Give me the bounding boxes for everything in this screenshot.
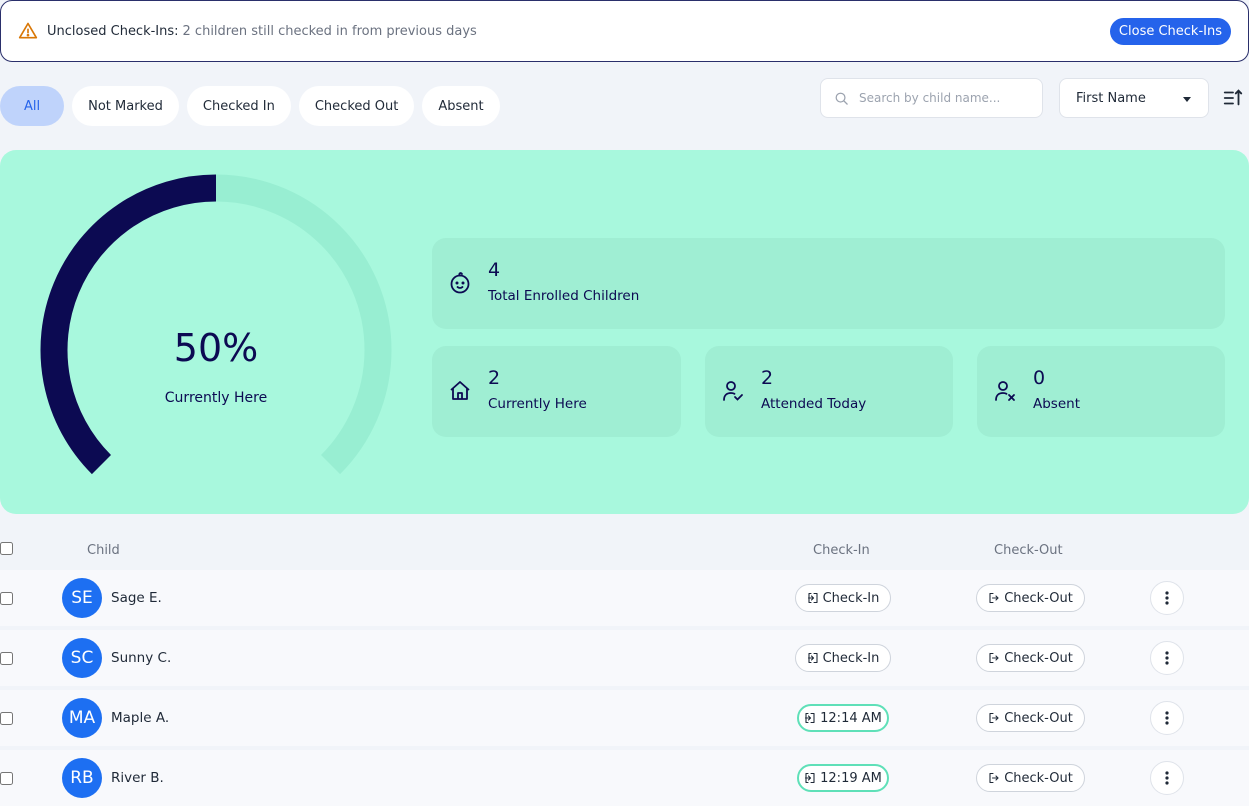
check-out-button[interactable]: Check-Out xyxy=(976,584,1085,612)
stat-card-total-enrolled: 4 Total Enrolled Children xyxy=(432,238,1225,329)
check-in-button[interactable]: Check-In xyxy=(795,644,891,672)
check-out-label: Check-Out xyxy=(1004,710,1073,726)
row-select-checkbox[interactable] xyxy=(0,772,13,785)
status-filter-chips: All Not Marked Checked In Checked Out Ab… xyxy=(0,86,500,126)
table-header: Child Check-In Check-Out xyxy=(0,540,1249,562)
more-vertical-icon xyxy=(1165,651,1169,665)
check-in-label: Check-In xyxy=(822,650,880,666)
absent-value: 0 xyxy=(1033,367,1046,389)
child-name: Sage E. xyxy=(111,590,162,606)
table-row: MA Maple A. 12:14 AM Check-Out xyxy=(0,690,1249,746)
more-vertical-icon xyxy=(1165,591,1169,605)
chevron-down-icon xyxy=(1183,97,1191,102)
logout-icon xyxy=(989,712,999,724)
total-enrolled-value: 4 xyxy=(488,259,501,281)
login-icon xyxy=(807,592,818,604)
stat-card-currently-here: 2 Currently Here xyxy=(432,346,681,437)
filter-chip-checked-in[interactable]: Checked In xyxy=(186,86,291,126)
attendance-gauge xyxy=(40,174,392,475)
baby-face-icon xyxy=(450,272,470,294)
banner-title: Unclosed Check-Ins: xyxy=(47,23,179,39)
column-header-check-out: Check-Out xyxy=(994,543,1063,558)
check-out-button[interactable]: Check-Out xyxy=(976,644,1085,672)
row-more-button[interactable] xyxy=(1150,641,1184,675)
check-in-label: Check-In xyxy=(822,590,880,606)
check-in-time-button[interactable]: 12:14 AM xyxy=(797,704,889,732)
check-in-time: 12:19 AM xyxy=(820,770,882,786)
attended-today-label: Attended Today xyxy=(761,396,867,412)
home-icon xyxy=(450,381,470,400)
row-more-button[interactable] xyxy=(1150,581,1184,615)
avatar: RB xyxy=(62,758,102,798)
stat-card-attended-today: 2 Attended Today xyxy=(705,346,953,437)
child-name: Maple A. xyxy=(111,710,170,726)
currently-here-label: Currently Here xyxy=(488,396,587,412)
absent-label: Absent xyxy=(1033,396,1080,412)
check-in-button[interactable]: Check-In xyxy=(795,584,891,612)
logout-icon xyxy=(989,652,999,664)
filter-chip-checked-out[interactable]: Checked Out xyxy=(298,86,415,126)
avatar: SE xyxy=(62,578,102,618)
filter-chip-absent[interactable]: Absent xyxy=(422,86,500,126)
row-select-checkbox[interactable] xyxy=(0,712,13,725)
gauge-percent: 50% xyxy=(173,326,259,370)
avatar: MA xyxy=(62,698,102,738)
attended-today-value: 2 xyxy=(761,367,774,389)
warning-icon xyxy=(18,22,38,39)
unclosed-checkins-banner: Unclosed Check-Ins: 2 children still che… xyxy=(0,0,1249,62)
avatar: SC xyxy=(62,638,102,678)
column-header-check-in: Check-In xyxy=(813,543,870,558)
login-icon xyxy=(805,772,815,784)
sort-field-value: First Name xyxy=(1076,90,1146,106)
banner-message: 2 children still checked in from previou… xyxy=(182,23,477,39)
user-x-icon xyxy=(995,381,1015,401)
check-out-label: Check-Out xyxy=(1004,770,1073,786)
sort-ascending-icon[interactable] xyxy=(1222,87,1244,109)
column-header-child: Child xyxy=(87,543,120,558)
check-in-time: 12:14 AM xyxy=(820,710,882,726)
check-out-label: Check-Out xyxy=(1004,650,1073,666)
more-vertical-icon xyxy=(1165,771,1169,785)
search-box xyxy=(820,78,1043,118)
filter-chip-all[interactable]: All xyxy=(0,86,65,126)
attendance-stats-panel: 50% Currently Here 4 Total Enrolled Chil… xyxy=(0,150,1249,514)
sort-field-select[interactable]: First Name xyxy=(1059,78,1209,118)
child-name: Sunny C. xyxy=(111,650,172,666)
check-out-button[interactable]: Check-Out xyxy=(976,764,1085,792)
table-row: SE Sage E. Check-In Check-Out xyxy=(0,570,1249,626)
select-all-checkbox[interactable] xyxy=(0,542,13,555)
close-checkins-button[interactable]: Close Check-Ins xyxy=(1109,18,1231,45)
filter-chip-not-marked[interactable]: Not Marked xyxy=(72,86,179,126)
login-icon xyxy=(807,652,818,664)
row-more-button[interactable] xyxy=(1150,761,1184,795)
table-row: RB River B. 12:19 AM Check-Out xyxy=(0,750,1249,806)
total-enrolled-label: Total Enrolled Children xyxy=(488,288,640,304)
row-select-checkbox[interactable] xyxy=(0,592,13,605)
table-row: SC Sunny C. Check-In Check-Out xyxy=(0,630,1249,686)
check-in-time-button[interactable]: 12:19 AM xyxy=(797,764,889,792)
logout-icon xyxy=(989,772,999,784)
check-out-button[interactable]: Check-Out xyxy=(976,704,1085,732)
stat-card-absent: 0 Absent xyxy=(977,346,1225,437)
login-icon xyxy=(805,712,815,724)
child-name: River B. xyxy=(111,770,164,786)
logout-icon xyxy=(989,592,999,604)
more-vertical-icon xyxy=(1165,711,1169,725)
row-more-button[interactable] xyxy=(1150,701,1184,735)
search-input[interactable] xyxy=(859,91,1029,105)
currently-here-value: 2 xyxy=(488,367,501,389)
search-icon xyxy=(835,92,848,105)
gauge-label: Currently Here xyxy=(164,390,268,406)
user-check-icon xyxy=(723,381,743,401)
row-select-checkbox[interactable] xyxy=(0,652,13,665)
check-out-label: Check-Out xyxy=(1004,590,1073,606)
